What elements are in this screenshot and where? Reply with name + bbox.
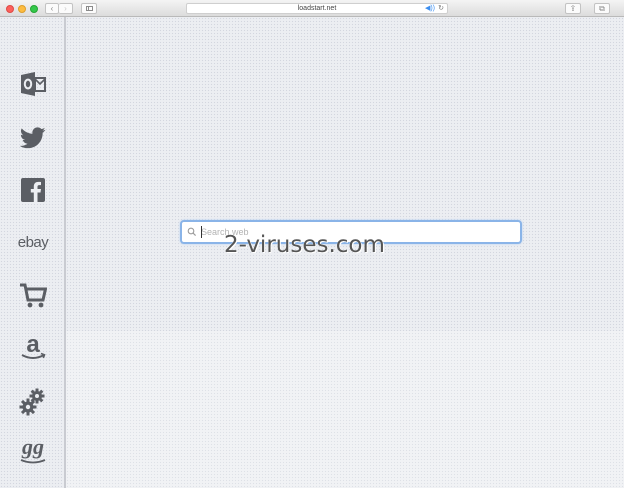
address-bar[interactable]: loadstart.net ◀)) ↻ <box>186 3 448 14</box>
amazon-icon: a <box>21 333 46 359</box>
sidebar-item-outlook[interactable] <box>16 69 50 99</box>
shortcut-sidebar: ebay a gg <box>0 17 66 488</box>
share-icon: ⇪ <box>569 4 577 13</box>
sidebar-item-ebay[interactable]: ebay <box>16 227 50 257</box>
search-icon <box>187 227 197 237</box>
text-cursor <box>201 226 202 238</box>
show-tabs-button[interactable]: ⧉ <box>594 3 610 14</box>
audio-playing-icon[interactable]: ◀)) <box>425 4 435 13</box>
svg-text:gg: gg <box>21 437 44 459</box>
share-button[interactable]: ⇪ <box>565 3 581 14</box>
close-window-button[interactable] <box>6 5 14 13</box>
sidebar-item-gg[interactable]: gg <box>16 437 50 467</box>
reload-icon[interactable]: ↻ <box>438 4 444 13</box>
chevron-left-icon: ‹ <box>50 4 54 13</box>
watermark-text: 2-viruses.com <box>224 232 385 258</box>
sidebar-icon <box>86 6 93 11</box>
gears-icon <box>19 388 45 416</box>
sidebar-item-shopping-cart[interactable] <box>16 281 50 311</box>
browser-toolbar: ‹ › loadstart.net ◀)) ↻ ⇪ ⧉ <box>0 0 624 17</box>
sidebar-item-twitter[interactable] <box>16 123 50 153</box>
twitter-bird-icon <box>20 127 46 149</box>
address-url: loadstart.net <box>297 5 337 12</box>
gg-logo: gg <box>20 437 46 464</box>
outlook-icon <box>21 72 46 96</box>
tabs-icon: ⧉ <box>599 4 605 13</box>
chevron-right-icon: › <box>64 4 67 13</box>
forward-button[interactable]: › <box>59 3 73 14</box>
ebay-logo: ebay <box>17 233 49 251</box>
svg-text:a: a <box>26 333 40 358</box>
fullscreen-window-button[interactable] <box>30 5 38 13</box>
page-lower-panel <box>66 331 624 488</box>
facebook-icon <box>21 178 45 202</box>
sidebar-item-amazon[interactable]: a <box>16 333 50 363</box>
shopping-cart-icon <box>20 283 47 308</box>
sidebar-item-facebook[interactable] <box>16 175 50 205</box>
sidebar-item-settings[interactable] <box>16 387 50 417</box>
sidebar-toggle-button[interactable] <box>81 3 97 14</box>
minimize-window-button[interactable] <box>18 5 26 13</box>
back-button[interactable]: ‹ <box>45 3 59 14</box>
